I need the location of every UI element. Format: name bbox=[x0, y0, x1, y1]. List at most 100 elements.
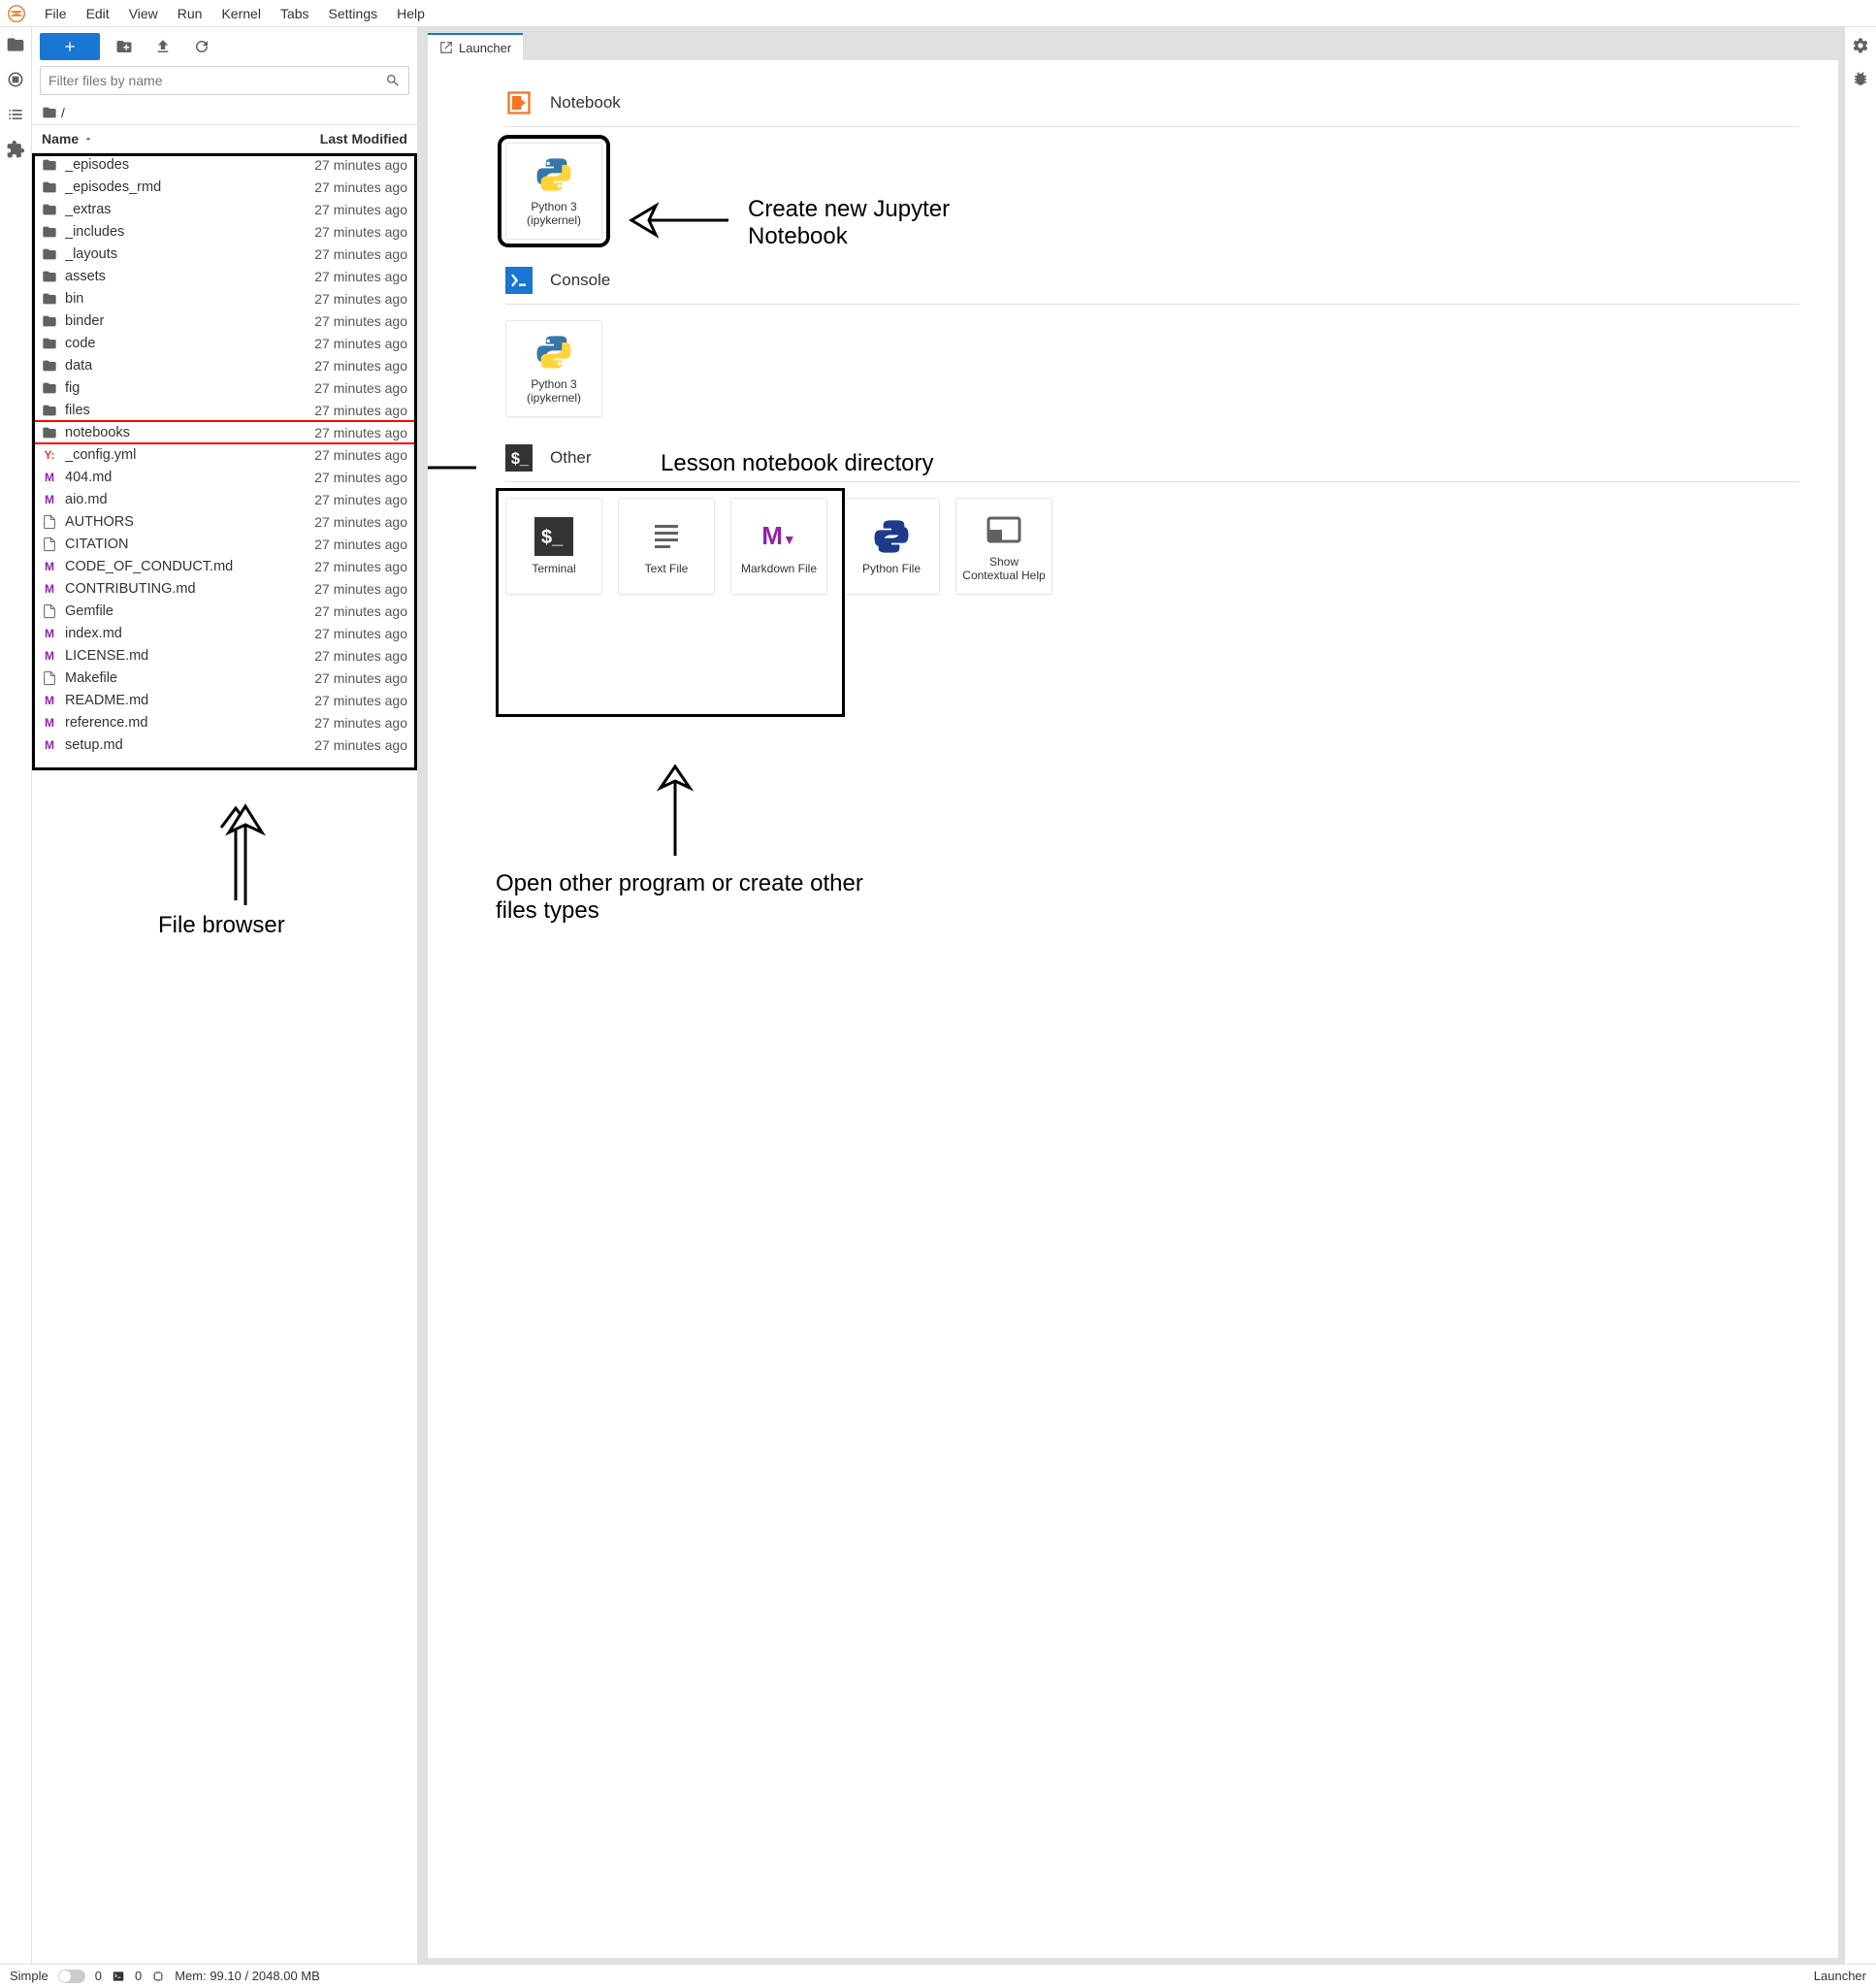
launcher-card[interactable]: M▼Markdown File bbox=[730, 498, 827, 595]
terminal-card-icon: $_ bbox=[534, 517, 573, 556]
file-row[interactable]: MREADME.md27 minutes ago bbox=[32, 689, 417, 711]
file-row[interactable]: _layouts27 minutes ago bbox=[32, 243, 417, 265]
launcher-card[interactable]: Text File bbox=[618, 498, 715, 595]
file-row[interactable]: M404.md27 minutes ago bbox=[32, 466, 417, 488]
file-row[interactable]: Mindex.md27 minutes ago bbox=[32, 622, 417, 644]
menu-settings[interactable]: Settings bbox=[319, 2, 388, 25]
simple-toggle[interactable] bbox=[58, 1970, 85, 1983]
folder-icon bbox=[42, 313, 57, 329]
folder-icon bbox=[42, 179, 57, 195]
kernel-status-icon[interactable] bbox=[151, 1970, 165, 1983]
file-row[interactable]: Makefile27 minutes ago bbox=[32, 667, 417, 689]
file-name: CONTRIBUTING.md bbox=[65, 581, 314, 597]
markdown-icon: M bbox=[42, 626, 57, 641]
file-row[interactable]: files27 minutes ago bbox=[32, 399, 417, 421]
file-modified: 27 minutes ago bbox=[314, 581, 407, 597]
column-name[interactable]: Name bbox=[42, 131, 320, 147]
file-row[interactable]: _includes27 minutes ago bbox=[32, 220, 417, 243]
help-icon bbox=[985, 510, 1023, 549]
file-row[interactable]: _extras27 minutes ago bbox=[32, 198, 417, 220]
menu-edit[interactable]: Edit bbox=[77, 2, 119, 25]
tab-launcher[interactable]: Launcher bbox=[428, 33, 523, 60]
file-row[interactable]: notebooks27 minutes ago bbox=[32, 421, 417, 443]
file-row[interactable]: binder27 minutes ago bbox=[32, 309, 417, 332]
folder-icon bbox=[42, 336, 57, 351]
markdownfile-icon: M▼ bbox=[760, 517, 798, 556]
file-modified: 27 minutes ago bbox=[314, 693, 407, 708]
file-modified: 27 minutes ago bbox=[314, 313, 407, 329]
menu-file[interactable]: File bbox=[35, 2, 77, 25]
file-list: _episodes27 minutes ago_episodes_rmd27 m… bbox=[32, 153, 417, 1964]
launcher-card[interactable]: $_ Terminal bbox=[505, 498, 602, 595]
filter-input-wrap[interactable] bbox=[40, 66, 409, 95]
file-row[interactable]: bin27 minutes ago bbox=[32, 287, 417, 309]
debugger-icon[interactable] bbox=[1852, 70, 1869, 87]
folder-icon bbox=[42, 358, 57, 374]
menu-run[interactable]: Run bbox=[168, 2, 212, 25]
new-launcher-button[interactable] bbox=[40, 33, 100, 60]
annotation-other-programs: Open other program or create other files… bbox=[496, 870, 864, 925]
running-icon[interactable] bbox=[6, 70, 25, 89]
property-inspector-icon[interactable] bbox=[1852, 37, 1869, 54]
menu-tabs[interactable]: Tabs bbox=[271, 2, 319, 25]
file-row[interactable]: _episodes_rmd27 minutes ago bbox=[32, 176, 417, 198]
status-count1: 0 bbox=[95, 1969, 102, 1983]
file-row[interactable]: data27 minutes ago bbox=[32, 354, 417, 376]
file-row[interactable]: code27 minutes ago bbox=[32, 332, 417, 354]
launcher-card[interactable]: Python File bbox=[843, 498, 940, 595]
card-label: Python File bbox=[858, 562, 924, 575]
file-name: LICENSE.md bbox=[65, 648, 314, 664]
launcher-card[interactable]: Python 3 (ipykernel) bbox=[505, 143, 602, 240]
file-row[interactable]: Maio.md27 minutes ago bbox=[32, 488, 417, 510]
file-browser-icon[interactable] bbox=[6, 35, 25, 54]
file-row[interactable]: Mreference.md27 minutes ago bbox=[32, 711, 417, 733]
file-row[interactable]: assets27 minutes ago bbox=[32, 265, 417, 287]
new-folder-icon[interactable] bbox=[115, 38, 133, 55]
file-modified: 27 minutes ago bbox=[314, 403, 407, 418]
toc-icon[interactable] bbox=[6, 105, 25, 124]
file-list-header: Name Last Modified bbox=[32, 124, 417, 153]
markdown-icon: M bbox=[42, 492, 57, 507]
menu-kernel[interactable]: Kernel bbox=[211, 2, 270, 25]
file-row[interactable]: MLICENSE.md27 minutes ago bbox=[32, 644, 417, 667]
breadcrumb-root[interactable]: / bbox=[61, 105, 65, 120]
refresh-icon[interactable] bbox=[193, 38, 210, 55]
file-modified: 27 minutes ago bbox=[314, 157, 407, 173]
search-icon bbox=[385, 73, 401, 88]
file-name: _includes bbox=[65, 224, 314, 240]
breadcrumb[interactable]: / bbox=[32, 101, 417, 124]
file-row[interactable]: _episodes27 minutes ago bbox=[32, 153, 417, 176]
right-sidebar bbox=[1844, 27, 1876, 1964]
launcher-tab-icon bbox=[439, 41, 453, 54]
file-row[interactable]: CITATION27 minutes ago bbox=[32, 533, 417, 555]
file-row[interactable]: fig27 minutes ago bbox=[32, 376, 417, 399]
card-label: Terminal bbox=[528, 562, 579, 575]
file-row[interactable]: MCONTRIBUTING.md27 minutes ago bbox=[32, 577, 417, 600]
folder-icon bbox=[42, 269, 57, 284]
upload-icon[interactable] bbox=[154, 38, 172, 55]
column-modified[interactable]: Last Modified bbox=[320, 131, 407, 147]
markdown-icon: M bbox=[42, 715, 57, 731]
file-modified: 27 minutes ago bbox=[314, 603, 407, 619]
file-row[interactable]: AUTHORS27 minutes ago bbox=[32, 510, 417, 533]
menu-view[interactable]: View bbox=[119, 2, 168, 25]
markdown-icon: M bbox=[42, 737, 57, 753]
terminal-status-icon[interactable] bbox=[112, 1970, 125, 1983]
menu-help[interactable]: Help bbox=[387, 2, 435, 25]
file-row[interactable]: MCODE_OF_CONDUCT.md27 minutes ago bbox=[32, 555, 417, 577]
launcher-card[interactable]: Show Contextual Help bbox=[955, 498, 1052, 595]
launcher-card[interactable]: Python 3 (ipykernel) bbox=[505, 320, 602, 417]
file-name: _episodes_rmd bbox=[65, 179, 314, 195]
file-icon bbox=[42, 514, 57, 530]
file-row[interactable]: Msetup.md27 minutes ago bbox=[32, 733, 417, 756]
file-modified: 27 minutes ago bbox=[314, 670, 407, 686]
file-name: data bbox=[65, 358, 314, 374]
file-row[interactable]: Gemfile27 minutes ago bbox=[32, 600, 417, 622]
filter-input[interactable] bbox=[49, 73, 385, 88]
file-name: index.md bbox=[65, 626, 314, 641]
jupyter-logo-icon bbox=[6, 3, 27, 24]
file-row[interactable]: Y:_config.yml27 minutes ago bbox=[32, 443, 417, 466]
file-name: aio.md bbox=[65, 492, 314, 507]
file-modified: 27 minutes ago bbox=[314, 648, 407, 664]
extensions-icon[interactable] bbox=[6, 140, 25, 159]
